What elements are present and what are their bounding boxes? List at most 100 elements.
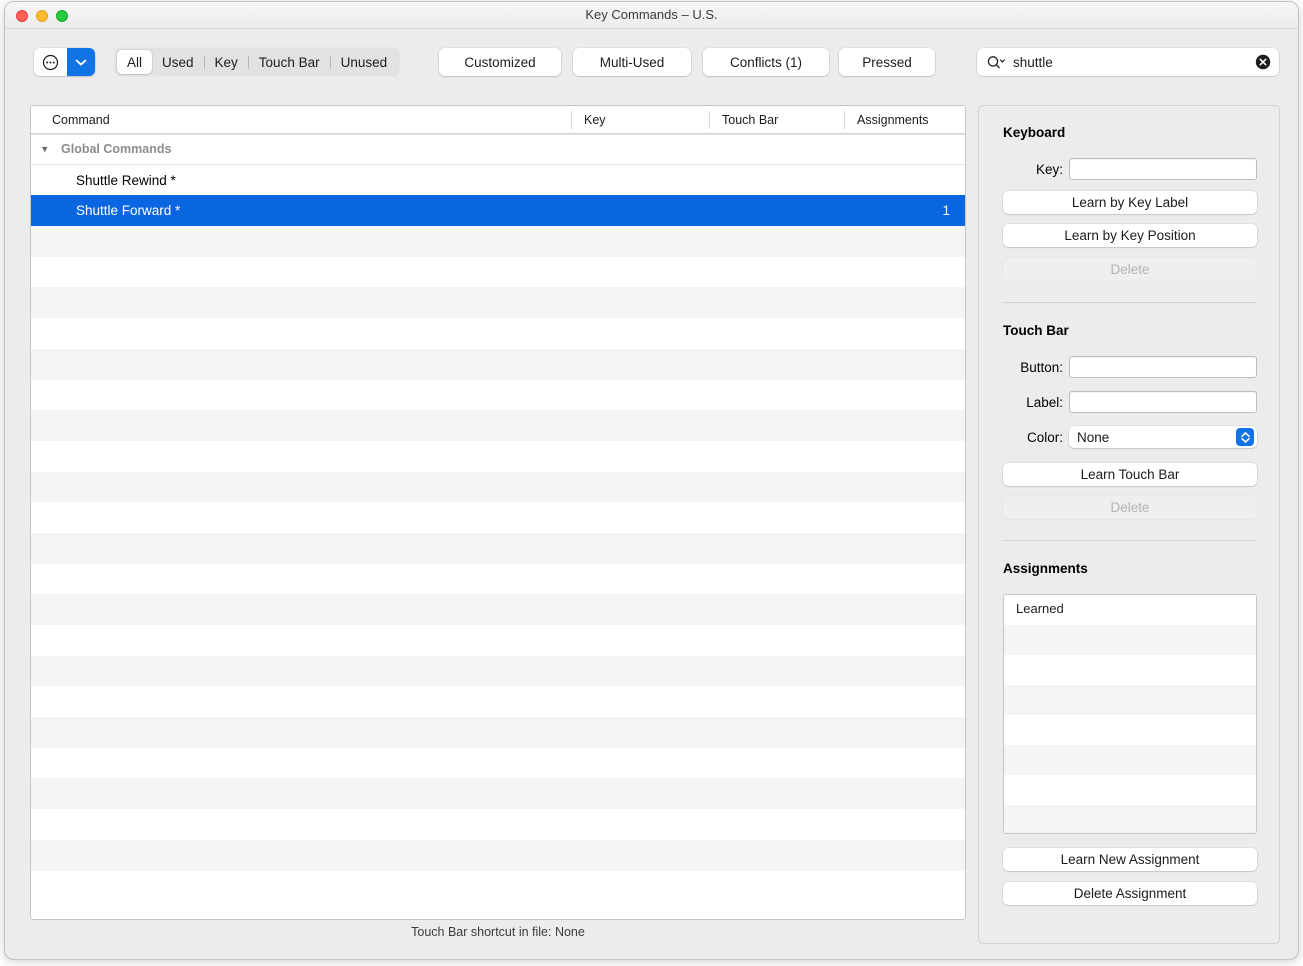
keyboard-delete-button[interactable]: Delete [1003, 258, 1257, 281]
action-menu-button[interactable] [34, 48, 67, 76]
assignment-list-item[interactable] [1004, 715, 1256, 745]
window-title: Key Commands – U.S. [585, 7, 718, 22]
color-popup-value: None [1077, 429, 1110, 445]
table-row[interactable] [31, 870, 965, 902]
inspector-sidebar: Keyboard Key: Learn by Key Label Learn b… [978, 105, 1280, 944]
column-header-touch-bar[interactable]: Touch Bar [722, 106, 778, 134]
assignment-list-item[interactable] [1004, 775, 1256, 805]
column-header-assignments[interactable]: Assignments [857, 106, 929, 134]
keyboard-section-title: Keyboard [1003, 125, 1066, 140]
customized-button[interactable]: Customized [439, 48, 561, 76]
column-divider[interactable] [844, 111, 845, 129]
table-row[interactable] [31, 410, 965, 441]
column-divider[interactable] [709, 111, 710, 129]
toolbar: All Used Key Touch Bar Unused Customized… [5, 29, 1298, 93]
column-header-key[interactable]: Key [584, 106, 606, 134]
column-divider[interactable] [571, 111, 572, 129]
assignment-list-item[interactable] [1004, 745, 1256, 775]
learn-new-assignment-button[interactable]: Learn New Assignment [1003, 848, 1257, 871]
table-row[interactable] [31, 778, 965, 810]
table-header: Command Key Touch Bar Assignments [31, 106, 965, 134]
clear-circle-icon[interactable] [1255, 54, 1271, 70]
learn-by-key-label-button[interactable]: Learn by Key Label [1003, 191, 1257, 214]
assignment-list-item[interactable] [1004, 685, 1256, 715]
table-row[interactable]: Shuttle Rewind * [31, 164, 965, 196]
table-group-label: Global Commands [61, 142, 172, 157]
assignments-section-title: Assignments [1003, 561, 1088, 576]
assignments-empty-rows [1004, 625, 1256, 833]
table-row[interactable] [31, 625, 965, 656]
assignments-list[interactable]: Learned [1003, 594, 1257, 834]
chevron-down-icon [75, 59, 87, 66]
column-header-command[interactable]: Command [52, 106, 110, 134]
table-empty-rows [31, 226, 965, 902]
key-input[interactable] [1069, 158, 1257, 180]
action-menu-group [34, 48, 95, 76]
status-text: Touch Bar shortcut in file: None [411, 925, 585, 939]
table-row[interactable] [31, 287, 965, 319]
window-titlebar: Key Commands – U.S. [5, 2, 1298, 29]
segment-all[interactable]: All [117, 50, 153, 74]
assignments-count: 1 [942, 203, 950, 219]
assignment-list-item[interactable] [1004, 805, 1256, 833]
key-field-label: Key: [1035, 161, 1063, 177]
table-row[interactable] [31, 563, 965, 595]
segment-unused[interactable]: Unused [331, 50, 398, 74]
table-row[interactable] [31, 348, 965, 380]
ellipsis-circle-icon [42, 54, 59, 70]
table-row[interactable] [31, 471, 965, 503]
divider [1003, 302, 1257, 303]
color-popup-button[interactable]: None [1069, 426, 1257, 448]
action-menu-chevron-button[interactable] [67, 48, 95, 76]
table-row[interactable] [31, 256, 965, 288]
segment-touch-bar[interactable]: Touch Bar [249, 50, 330, 74]
table-group-row-global-commands[interactable]: ▾ Global Commands [31, 134, 965, 165]
table-row[interactable]: Shuttle Forward * 1 [31, 195, 965, 227]
chevron-down-icon[interactable]: ▾ [42, 143, 48, 156]
table-row[interactable] [31, 686, 965, 718]
divider [1003, 540, 1257, 541]
table-row[interactable] [31, 594, 965, 625]
search-input[interactable]: shuttle [1013, 55, 1255, 70]
table-row[interactable] [31, 747, 965, 779]
commands-table[interactable]: Command Key Touch Bar Assignments ▾ Glob… [30, 105, 966, 920]
table-row[interactable] [31, 502, 965, 533]
touch-bar-section-title: Touch Bar [1003, 323, 1069, 338]
touch-bar-delete-button[interactable]: Delete [1003, 496, 1257, 519]
main-content: Command Key Touch Bar Assignments ▾ Glob… [5, 93, 1298, 959]
delete-assignment-button[interactable]: Delete Assignment [1003, 882, 1257, 905]
conflicts-button[interactable]: Conflicts (1) [703, 48, 829, 76]
segment-key[interactable]: Key [205, 50, 248, 74]
search-field[interactable]: shuttle [977, 48, 1279, 76]
button-input[interactable] [1069, 356, 1257, 378]
table-row[interactable] [31, 809, 965, 840]
table-row[interactable] [31, 379, 965, 411]
learn-touch-bar-button[interactable]: Learn Touch Bar [1003, 463, 1257, 486]
button-field-label: Button: [1020, 359, 1063, 375]
table-body: ▾ Global Commands Shuttle Rewind * Shutt… [31, 134, 965, 902]
assignment-list-item[interactable] [1004, 655, 1256, 685]
command-name: Shuttle Forward * [76, 203, 181, 219]
table-row[interactable] [31, 655, 965, 687]
table-row[interactable] [31, 839, 965, 871]
search-icon[interactable] [987, 55, 1006, 70]
pressed-button[interactable]: Pressed [839, 48, 935, 76]
multi-used-button[interactable]: Multi-Used [573, 48, 691, 76]
assignment-label: Learned [1016, 601, 1064, 616]
color-field-label: Color: [1026, 429, 1063, 445]
segment-used[interactable]: Used [152, 50, 204, 74]
learn-by-key-position-button[interactable]: Learn by Key Position [1003, 224, 1257, 247]
label-input[interactable] [1069, 391, 1257, 413]
key-commands-window: Key Commands – U.S. All Used Key Touch B… [4, 1, 1299, 960]
table-row[interactable] [31, 226, 965, 257]
assignment-list-item[interactable] [1004, 625, 1256, 655]
label-field-label: Label: [1026, 394, 1063, 410]
table-row[interactable] [31, 318, 965, 349]
command-name: Shuttle Rewind * [76, 172, 176, 188]
table-row[interactable] [31, 532, 965, 564]
table-row[interactable] [31, 717, 965, 748]
assignment-list-item[interactable]: Learned [1004, 595, 1256, 625]
table-row[interactable] [31, 440, 965, 472]
filter-segmented-control[interactable]: All Used Key Touch Bar Unused [115, 48, 400, 76]
chevron-up-down-icon[interactable] [1236, 428, 1254, 446]
